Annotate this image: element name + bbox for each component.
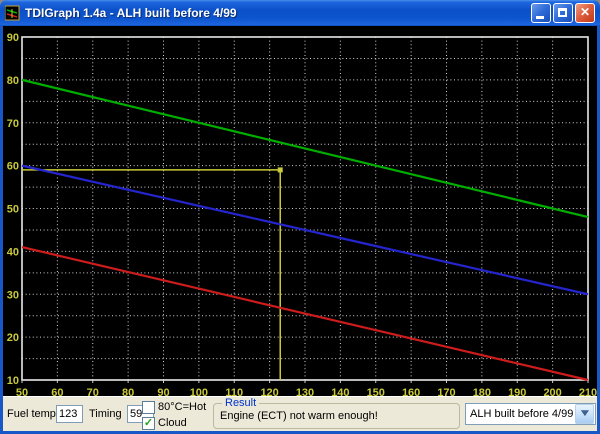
y-tick-label: 50 bbox=[7, 204, 19, 216]
y-tick-label: 60 bbox=[7, 161, 19, 173]
x-tick-label: 50 bbox=[16, 387, 28, 396]
chart-area: 50 60 70 80 90 100 110 120 130 140 150 160 170 180 190… bbox=[3, 26, 597, 396]
result-group: Result Engine (ECT) not warm enough! bbox=[213, 397, 460, 429]
x-tick-label: 190 bbox=[508, 387, 526, 396]
y-tick-label: 70 bbox=[7, 118, 19, 130]
x-tick-label: 120 bbox=[260, 387, 278, 396]
fuel-temp-label: Fuel temp bbox=[7, 408, 56, 420]
x-tick-label: 180 bbox=[473, 387, 491, 396]
minimize-icon bbox=[536, 16, 544, 19]
plot-border bbox=[21, 36, 589, 381]
y-tick-label: 20 bbox=[7, 332, 19, 344]
chevron-down-icon: ▼ bbox=[577, 408, 592, 419]
close-button[interactable]: ✕ bbox=[575, 3, 595, 23]
maximize-icon bbox=[558, 8, 567, 17]
title-bar[interactable]: TDIGraph 1.4a - ALH built before 4/99 ✕ bbox=[0, 0, 600, 26]
cloud-checkbox-label: Cloud bbox=[158, 417, 187, 429]
cloud-checkbox-row: ✓ Cloud bbox=[142, 416, 187, 430]
x-tick-label: 60 bbox=[51, 387, 63, 396]
maximize-button[interactable] bbox=[553, 3, 573, 23]
control-panel: Fuel temp Timing 80°C=Hot ✓ Cloud Result… bbox=[3, 396, 597, 431]
cloud-checkbox[interactable]: ✓ bbox=[142, 416, 155, 430]
result-group-label: Result bbox=[225, 397, 257, 409]
x-tick-label: 70 bbox=[87, 387, 99, 396]
app-icon bbox=[4, 5, 21, 21]
minimize-button[interactable] bbox=[531, 3, 551, 23]
x-tick-label: 160 bbox=[402, 387, 420, 396]
model-select[interactable]: ALH built before 4/99 ▼ bbox=[465, 403, 596, 425]
app-window: TDIGraph 1.4a - ALH built before 4/99 ✕ … bbox=[0, 0, 600, 434]
window-title: TDIGraph 1.4a - ALH built before 4/99 bbox=[25, 6, 237, 20]
x-tick-label: 80 bbox=[122, 387, 134, 396]
hot-checkbox[interactable] bbox=[142, 400, 155, 414]
close-icon: ✕ bbox=[579, 5, 591, 19]
y-tick-label: 90 bbox=[7, 32, 19, 44]
y-tick-label: 80 bbox=[7, 75, 19, 87]
x-tick-label: 210 bbox=[579, 387, 597, 396]
y-tick-label: 10 bbox=[7, 375, 19, 387]
x-tick-label: 110 bbox=[225, 387, 243, 396]
x-tick-label: 130 bbox=[296, 387, 314, 396]
x-tick-label: 140 bbox=[331, 387, 349, 396]
x-tick-label: 100 bbox=[190, 387, 208, 396]
hot-checkbox-label: 80°C=Hot bbox=[158, 401, 207, 413]
series-red-line bbox=[21, 246, 589, 382]
result-text: Engine (ECT) not warm enough! bbox=[220, 410, 378, 422]
crosshair-marker bbox=[277, 167, 283, 173]
model-select-value: ALH built before 4/99 bbox=[470, 408, 574, 420]
x-tick-label: 200 bbox=[543, 387, 561, 396]
y-tick-label: 40 bbox=[7, 246, 19, 258]
y-tick-label: 30 bbox=[7, 289, 19, 301]
x-tick-label: 90 bbox=[157, 387, 169, 396]
series-green-line bbox=[21, 78, 589, 219]
x-tick-label: 150 bbox=[367, 387, 385, 396]
fuel-temp-input[interactable] bbox=[56, 405, 83, 423]
timing-chart: 50 60 70 80 90 100 110 120 130 140 150 160 170 180 190… bbox=[7, 32, 597, 396]
dropdown-button[interactable]: ▼ bbox=[575, 404, 594, 424]
hot-checkbox-row: 80°C=Hot bbox=[142, 400, 206, 414]
x-tick-label: 170 bbox=[437, 387, 455, 396]
timing-label: Timing bbox=[89, 408, 122, 420]
